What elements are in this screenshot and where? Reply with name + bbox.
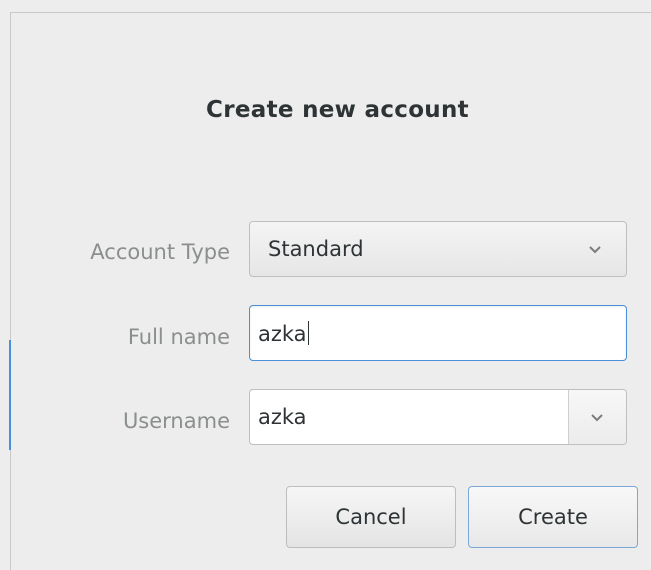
dialog-title: Create new account (206, 97, 469, 123)
window-edge-accent (9, 340, 11, 450)
username-dropdown-button[interactable] (569, 390, 626, 444)
chevron-down-icon (591, 414, 603, 422)
username-label: Username (122, 409, 230, 433)
chevron-down-icon (589, 246, 601, 254)
create-account-dialog: Create new account Account Type Standard… (0, 0, 651, 570)
dialog-border (10, 12, 11, 570)
cancel-button[interactable]: Cancel (286, 486, 456, 548)
text-cursor (307, 321, 309, 345)
dialog-border (10, 12, 651, 13)
username-value: azka (258, 405, 307, 429)
full-name-value: azka (258, 322, 307, 346)
account-type-label: Account Type (90, 240, 230, 264)
username-combo[interactable]: azka (249, 389, 627, 445)
account-type-value: Standard (268, 237, 364, 261)
create-button[interactable]: Create (468, 486, 638, 548)
full-name-field[interactable]: azka (249, 305, 627, 361)
full-name-label: Full name (127, 325, 230, 349)
account-type-dropdown[interactable]: Standard (249, 221, 627, 277)
